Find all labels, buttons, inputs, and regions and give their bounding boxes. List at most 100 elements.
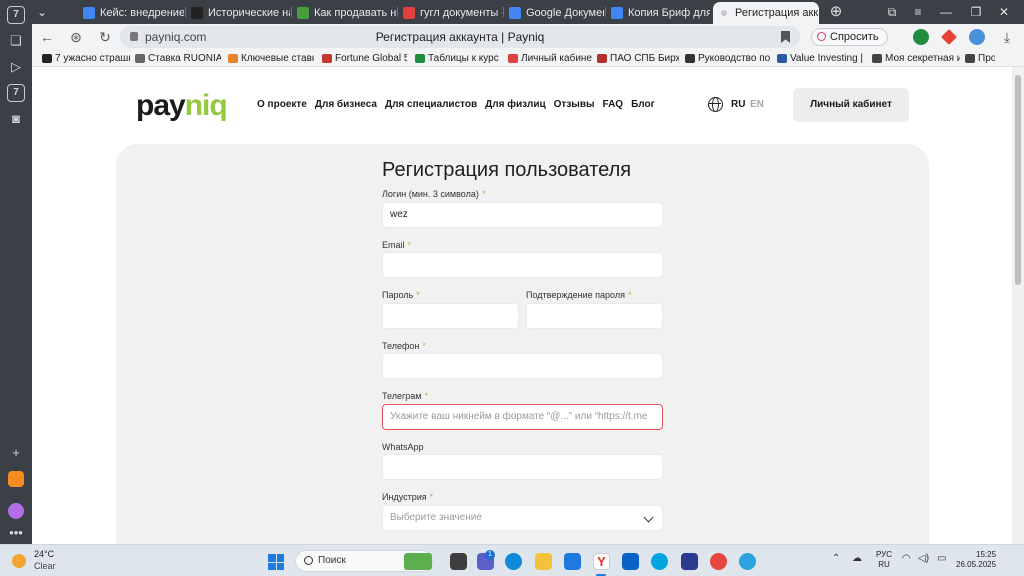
extension-icon[interactable] — [941, 29, 957, 45]
password-confirm-label: Подтверждение пароля * — [526, 290, 632, 300]
bookmark-item[interactable]: Ставка RUONIA (I — [135, 50, 221, 67]
chrome-icon[interactable] — [710, 553, 727, 570]
lang-ru[interactable]: RU — [731, 99, 745, 110]
close-icon[interactable]: ✕ — [994, 2, 1014, 22]
tab-item[interactable]: Кейс: внедрение о — [78, 2, 184, 24]
minimize-icon[interactable]: — — [936, 2, 956, 22]
nav-faq[interactable]: FAQ — [603, 99, 624, 110]
url-field[interactable]: Регистрация аккаунта | Payniq payniq.com — [120, 26, 800, 48]
email-label: Email * — [382, 240, 412, 250]
tab-active[interactable]: Регистрация акка — [713, 2, 819, 24]
nav-reviews[interactable]: Отзывы — [554, 99, 595, 110]
yandex-market-icon[interactable] — [8, 471, 24, 487]
required-mark: * — [424, 391, 428, 401]
yandex-ai-icon[interactable]: ⊛ — [66, 27, 86, 47]
bookmark-item[interactable]: 7 ужасно страшн — [42, 50, 130, 67]
back-icon[interactable]: ← — [37, 27, 57, 47]
bookmark-item[interactable]: Про — [965, 50, 995, 67]
more-icon[interactable]: ••• — [7, 524, 25, 542]
main-nav: О проекте Для бизнеса Для специалистов Д… — [257, 99, 655, 110]
lang-en[interactable]: EN — [750, 99, 764, 110]
weather-condition: Clear — [34, 561, 56, 571]
industry-select[interactable]: Выберите значение — [382, 505, 663, 531]
nav-about[interactable]: О проекте — [257, 99, 307, 110]
bookmark-item[interactable]: Ключевые ставки — [228, 50, 314, 67]
email-field[interactable] — [382, 252, 663, 278]
new-tab-icon[interactable]: ⊕ — [826, 2, 846, 22]
skype-icon[interactable] — [651, 553, 668, 570]
required-mark: * — [416, 290, 420, 300]
edge-icon[interactable] — [505, 553, 522, 570]
bookmark-item[interactable]: ПАО СПБ Биржа — [597, 50, 679, 67]
bookmark-item[interactable]: Value Investing | M — [777, 50, 865, 67]
site-icon — [597, 54, 607, 63]
page-title: Регистрация аккаунта | Payniq — [375, 30, 545, 44]
required-mark: * — [429, 492, 434, 502]
nav-individuals[interactable]: Для физлиц — [485, 99, 545, 110]
tab-item[interactable]: Как продавать нар — [292, 2, 396, 24]
whatsapp-field[interactable] — [382, 454, 663, 480]
clock[interactable]: 15:25 26.05.2025 — [956, 550, 996, 570]
nav-blog[interactable]: Блог — [631, 99, 655, 110]
add-icon[interactable]: + — [7, 444, 25, 462]
menu-icon[interactable]: ≡ — [908, 2, 928, 22]
scrollbar-thumb[interactable] — [1015, 75, 1021, 285]
volume-icon[interactable]: ◁) — [918, 553, 929, 564]
app-icon[interactable]: 7 — [7, 84, 25, 102]
tab-item[interactable]: Исторические нап — [186, 2, 290, 24]
telegram-label: Телеграм * — [382, 391, 428, 401]
battery-icon[interactable]: ▭ — [937, 553, 946, 564]
task-view-icon[interactable] — [450, 553, 467, 570]
app-icon[interactable] — [681, 553, 698, 570]
restore-icon[interactable]: ❐ — [966, 2, 986, 22]
bookmark-item[interactable]: Личный кабинет — [508, 50, 592, 67]
docs-icon — [509, 7, 521, 19]
site-icon — [872, 54, 882, 63]
alice-icon[interactable] — [8, 503, 24, 519]
password-confirm-field[interactable] — [526, 303, 663, 329]
collections-icon[interactable]: ❏ — [7, 32, 25, 50]
wifi-icon[interactable]: ◠ — [902, 553, 911, 564]
nav-specialists[interactable]: Для специалистов — [385, 99, 477, 110]
tab-manager-icon[interactable]: 7 — [7, 6, 25, 24]
tab-item[interactable]: Google Документы — [504, 2, 604, 24]
chevron-up-icon[interactable]: ⌃ — [832, 553, 840, 564]
page-scrollbar[interactable] — [1012, 67, 1024, 544]
payniq-logo[interactable]: payniq — [136, 91, 228, 121]
play-icon[interactable]: ▷ — [7, 58, 25, 76]
phone-field[interactable] — [382, 353, 663, 379]
site-icon — [191, 7, 203, 19]
screenshot-icon[interactable]: ◙ — [7, 110, 25, 128]
cloud-icon[interactable]: ☁ — [852, 553, 862, 564]
bookmark-item[interactable]: Руководство по р — [685, 50, 771, 67]
windows-start-icon[interactable] — [268, 554, 284, 570]
language-indicator[interactable]: РУС RU — [876, 550, 892, 570]
bookmark-item[interactable]: Таблицы к курсу — [415, 50, 499, 67]
yandex-browser-icon[interactable]: Y — [593, 553, 610, 570]
extension-icon[interactable] — [913, 29, 929, 45]
download-icon[interactable]: ⤓ — [997, 27, 1017, 47]
personal-account-button[interactable]: Личный кабинет — [793, 88, 909, 122]
profile-icon[interactable] — [969, 29, 985, 45]
telegram-field[interactable]: Укажите ваш никнейм в формате “@...” или… — [382, 404, 663, 430]
required-mark: * — [627, 290, 632, 300]
tab-menu-icon[interactable]: ⌄ — [32, 2, 52, 22]
ask-button[interactable]: Спросить — [811, 28, 888, 46]
store-icon[interactable] — [564, 553, 581, 570]
bookmark-item[interactable]: Моя секретная и — [872, 50, 960, 67]
weather-icon[interactable] — [12, 554, 26, 568]
file-explorer-icon[interactable] — [535, 553, 552, 570]
password-field[interactable] — [382, 303, 519, 329]
bookmark-item[interactable]: Fortune Global 50( — [322, 50, 407, 67]
globe-icon[interactable] — [708, 97, 723, 112]
sheets-icon — [415, 54, 425, 63]
nav-business[interactable]: Для бизнеса — [315, 99, 377, 110]
bookmarks-panel-icon[interactable]: ⧉ — [882, 2, 902, 22]
tab-item[interactable]: Копия Бриф для с — [606, 2, 710, 24]
required-mark: * — [481, 189, 486, 199]
telegram-icon[interactable] — [739, 553, 756, 570]
tab-item[interactable]: гугл документы — — [398, 2, 502, 24]
outlook-icon[interactable] — [622, 553, 639, 570]
reload-icon[interactable]: ↻ — [95, 27, 115, 47]
login-field[interactable]: wez — [382, 202, 663, 228]
